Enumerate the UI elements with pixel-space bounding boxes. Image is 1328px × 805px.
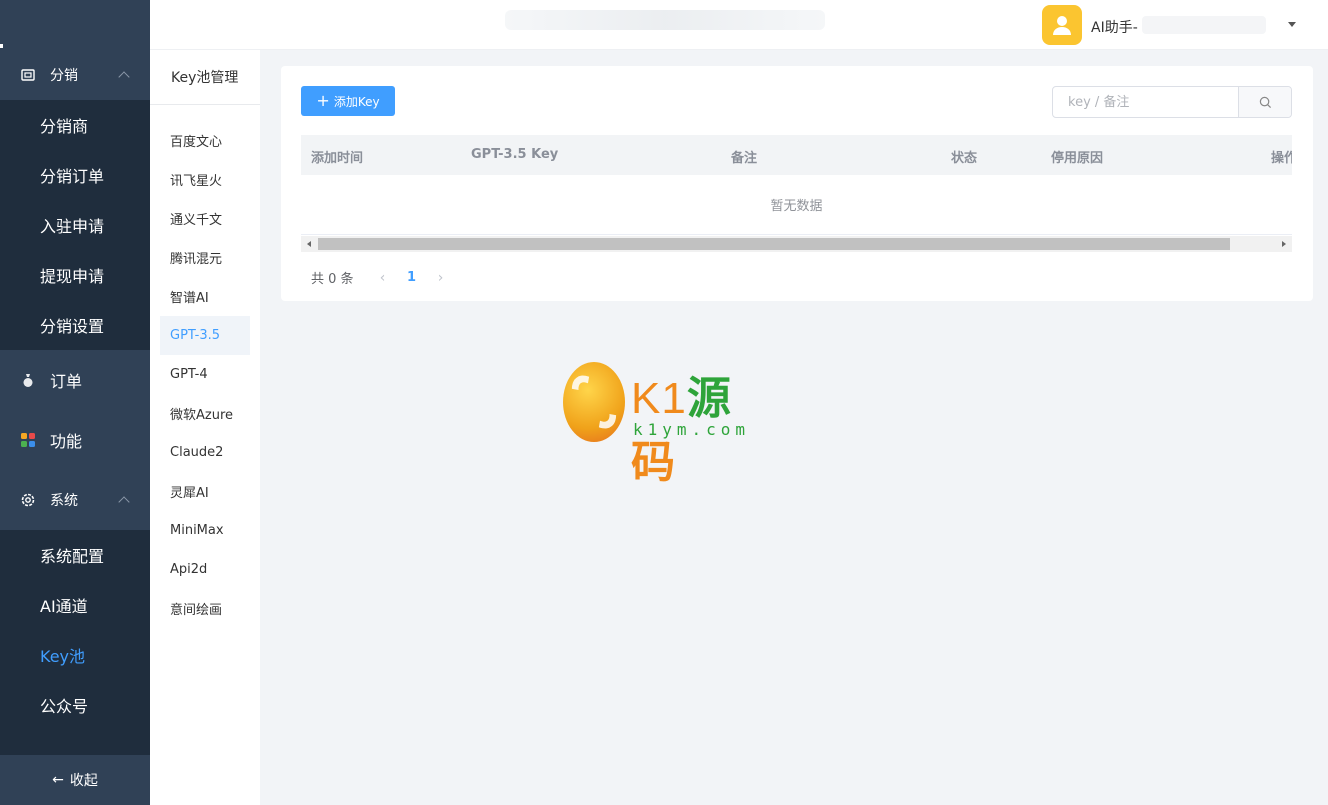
- collapse-button[interactable]: ← 收起: [0, 755, 150, 805]
- subnav-item[interactable]: GPT-4: [160, 355, 250, 394]
- search-icon: [1259, 96, 1271, 108]
- key-list-card: + 添加Key 添加时间 GPT-3.5 Key 备注 状态 停用原因 操作 暂…: [281, 66, 1313, 301]
- sidebar-item-official-account[interactable]: 公众号: [0, 680, 150, 730]
- pagination-total: 共 0 条: [311, 272, 354, 287]
- search-box: [1052, 86, 1292, 118]
- horizontal-scrollbar[interactable]: [301, 236, 1292, 252]
- subnav-item[interactable]: GPT-3.5: [160, 316, 250, 355]
- wallet-icon: [20, 67, 36, 83]
- search-input[interactable]: [1053, 87, 1238, 117]
- add-key-button[interactable]: + 添加Key: [301, 86, 395, 116]
- subnav-item[interactable]: 讯飞星火: [160, 160, 250, 199]
- redacted-title: [505, 10, 825, 30]
- column-header-key[interactable]: GPT-3.5 Key: [471, 147, 558, 162]
- empty-state: 暂无数据: [301, 175, 1292, 235]
- sidebar-item-join-applications[interactable]: 入驻申请: [0, 200, 150, 250]
- plus-icon: +: [316, 91, 330, 110]
- sidebar-item-distributor[interactable]: 分销商: [0, 100, 150, 150]
- avatar[interactable]: [1042, 5, 1082, 45]
- subnav-item[interactable]: 微软Azure: [160, 394, 250, 433]
- sidebar-item-system-config[interactable]: 系统配置: [0, 530, 150, 580]
- page-number[interactable]: 1: [392, 270, 432, 285]
- column-header-disable-reason[interactable]: 停用原因: [1051, 147, 1103, 166]
- menu-group-features[interactable]: 功能: [0, 410, 150, 470]
- sidebar-item-ai-channel[interactable]: AI通道: [0, 580, 150, 630]
- chevron-up-icon: [118, 71, 130, 83]
- column-header-status[interactable]: 状态: [951, 147, 977, 166]
- menu-group-label: 功能: [50, 432, 83, 451]
- chevron-up-icon: [118, 496, 130, 508]
- subnav-list: 百度文心 讯飞星火 通义千文 腾讯混元 智谱AI GPT-3.5 GPT-4 微软Azure C…: [150, 105, 260, 628]
- menu-group-label: 分销: [50, 68, 78, 84]
- watermark-url: k1ym.com: [633, 420, 751, 439]
- add-key-label: 添加Key: [333, 94, 380, 109]
- column-header-added-time[interactable]: 添加时间: [311, 147, 363, 166]
- subnav-item[interactable]: 百度文心: [160, 121, 250, 160]
- scroll-left-icon[interactable]: [307, 241, 311, 247]
- pagination: 共 0 条 ‹ 1 ›: [311, 268, 450, 288]
- column-header-remark[interactable]: 备注: [731, 147, 757, 166]
- subnav-item[interactable]: MiniMax: [160, 511, 250, 550]
- table-header: 添加时间 GPT-3.5 Key 备注 状态 停用原因 操作: [301, 135, 1292, 175]
- gear-icon: [20, 492, 36, 508]
- subnav-item[interactable]: 通义千文: [160, 199, 250, 238]
- sidebar-item-key-pool[interactable]: Key池: [0, 630, 150, 680]
- menu-group-orders[interactable]: 订单: [0, 350, 150, 410]
- sidebar-item-withdrawal-requests[interactable]: 提现申请: [0, 250, 150, 300]
- subnav-item[interactable]: 灵犀AI: [160, 472, 250, 511]
- menu-group-distribution[interactable]: 分销: [0, 50, 150, 100]
- column-header-actions[interactable]: 操作: [1271, 147, 1292, 166]
- sidebar-item-distribution-settings[interactable]: 分销设置: [0, 300, 150, 350]
- logo-ball-icon: [562, 362, 626, 442]
- user-name[interactable]: AI助手-: [1091, 17, 1138, 37]
- money-bag-icon: [20, 372, 36, 388]
- arrow-left-icon: ←: [52, 772, 64, 788]
- sidebar: 分销 分销商 分销订单 入驻申请 提现申请 分销设置 订单 功能 系统 系统配置…: [0, 0, 150, 805]
- scrollbar-thumb[interactable]: [318, 238, 1230, 250]
- watermark-logo: K1源码 k1ym.com: [562, 360, 773, 487]
- subnav-item[interactable]: 智谱AI: [160, 277, 250, 316]
- search-button[interactable]: [1238, 87, 1291, 117]
- subnav-item[interactable]: Api2d: [160, 550, 250, 589]
- key-table: 添加时间 GPT-3.5 Key 备注 状态 停用原因 操作 暂无数据: [301, 135, 1292, 235]
- menu-group-label: 订单: [50, 372, 83, 391]
- chevron-left-icon[interactable]: ‹: [374, 270, 392, 286]
- scroll-right-icon[interactable]: [1282, 241, 1286, 247]
- key-pool-subnav: Key池管理 百度文心 讯飞星火 通义千文 腾讯混元 智谱AI GPT-3.5 GPT-4 微…: [150, 50, 260, 805]
- sidebar-item-distribution-orders[interactable]: 分销订单: [0, 150, 150, 200]
- apps-icon: [20, 432, 36, 448]
- redacted-username: [1142, 16, 1266, 34]
- chevron-right-icon[interactable]: ›: [432, 270, 450, 286]
- collapse-label: 收起: [69, 773, 98, 789]
- caret-down-icon[interactable]: [1288, 22, 1296, 27]
- user-icon: [1053, 16, 1071, 35]
- menu-group-label: 系统: [50, 493, 78, 509]
- subnav-item[interactable]: 腾讯混元: [160, 238, 250, 277]
- logo-area: [0, 0, 150, 50]
- menu-group-system[interactable]: 系统: [0, 470, 150, 530]
- subnav-item[interactable]: 意间绘画: [160, 589, 250, 628]
- subnav-title: Key池管理: [150, 50, 260, 105]
- subnav-item[interactable]: Claude2: [160, 433, 250, 472]
- top-header: AI助手-: [150, 0, 1328, 50]
